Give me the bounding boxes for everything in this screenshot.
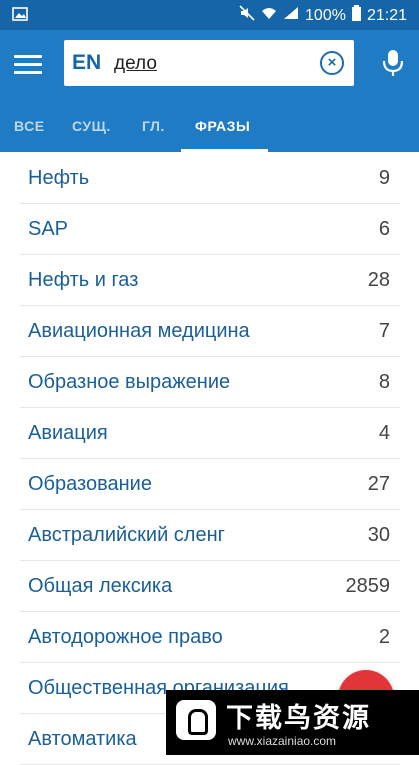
list-item-count: 6 xyxy=(378,218,390,240)
tab-verbs[interactable]: ГЛ. xyxy=(142,118,165,134)
tab-phrases[interactable]: ФРАЗЫ xyxy=(195,118,250,134)
app-bar: EN дело × ВСЕ СУЩ. ГЛ. ФРАЗЫ xyxy=(0,30,419,152)
list-item-count: 8 xyxy=(378,371,390,393)
watermark-logo-icon xyxy=(176,700,216,740)
list-item-count: 28 xyxy=(367,269,390,291)
language-selector[interactable]: EN xyxy=(72,51,101,75)
list-item-label: Общая лексика xyxy=(28,575,173,597)
list-item[interactable]: Авиация 4 xyxy=(20,407,400,459)
list-item-count: 2859 xyxy=(345,575,391,597)
watermark-url: www.xiazainiao.com xyxy=(228,734,337,748)
list-item[interactable]: Автодорожное право 2 xyxy=(20,611,400,663)
list-item[interactable]: Образное выражение 8 xyxy=(20,356,400,408)
battery-icon xyxy=(351,5,361,26)
list-item[interactable]: Образование 27 xyxy=(20,458,400,510)
watermark: 下载鸟资源 www.xiazainiao.com xyxy=(166,690,419,755)
list-item-label: Образование xyxy=(28,473,152,495)
search-query[interactable]: дело xyxy=(114,53,157,75)
list-item-label: Нефть xyxy=(28,167,90,189)
list-item-label: Нефть и газ xyxy=(28,269,139,291)
list-item-count: 9 xyxy=(378,167,390,189)
list-item-label: Автодорожное право xyxy=(28,626,223,648)
wifi-icon xyxy=(261,6,277,25)
watermark-title: 下载鸟资源 xyxy=(226,703,371,733)
list-item-label: Авиационная медицина xyxy=(28,320,250,342)
list-item-label: Автоматика xyxy=(28,728,137,750)
tab-all[interactable]: ВСЕ xyxy=(14,118,45,134)
list-item[interactable]: Нефть и газ 28 xyxy=(20,254,400,306)
list-item-count: 4 xyxy=(378,422,390,444)
signal-icon xyxy=(283,6,299,25)
list-item[interactable]: Нефть 9 xyxy=(20,152,400,204)
clear-icon[interactable]: × xyxy=(320,51,344,75)
mute-icon xyxy=(239,5,255,26)
list-item-label: Австралийский сленг xyxy=(28,524,225,546)
list-item[interactable]: Общая лексика 2859 xyxy=(20,560,400,612)
list-item[interactable]: SAP 6 xyxy=(20,203,400,255)
list-item-count: 2 xyxy=(378,626,390,648)
search-input[interactable]: EN дело × xyxy=(64,40,354,86)
list-item-count: 7 xyxy=(378,320,390,342)
menu-icon[interactable] xyxy=(14,50,42,78)
list-item-count: 30 xyxy=(367,524,390,546)
list-item-count: 27 xyxy=(367,473,390,495)
gallery-icon xyxy=(12,6,28,27)
tab-bar: ВСЕ СУЩ. ГЛ. ФРАЗЫ xyxy=(0,112,419,152)
list-item[interactable]: Австралийский сленг 30 xyxy=(20,509,400,561)
list-item-label: Образное выражение xyxy=(28,371,231,393)
tab-nouns[interactable]: СУЩ. xyxy=(72,118,111,134)
battery-text: 100% xyxy=(305,6,346,24)
status-bar: 100% 21:21 xyxy=(0,0,419,30)
list-item-label: SAP xyxy=(28,218,69,240)
list-item[interactable]: Авиационная медицина 7 xyxy=(20,305,400,357)
clock: 21:21 xyxy=(366,6,407,24)
microphone-icon[interactable] xyxy=(381,48,405,78)
list-item-label: Авиация xyxy=(28,422,108,444)
